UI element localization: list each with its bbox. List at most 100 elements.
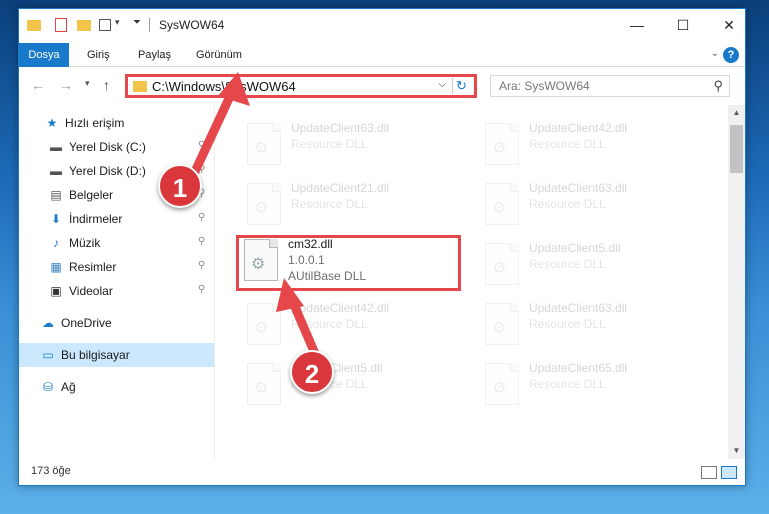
- sidebar-item-icon: ▤: [50, 188, 62, 202]
- ribbon-tabs: Dosya Giriş Paylaş Görünüm ⌄ ?: [19, 43, 745, 67]
- folder-icon: [27, 20, 41, 31]
- dll-file-icon: [247, 303, 281, 345]
- recent-locations-icon[interactable]: ▾: [85, 78, 90, 89]
- sidebar-item-label: İndirmeler: [69, 212, 123, 226]
- sidebar-item-label: Belgeler: [69, 188, 114, 202]
- close-button[interactable]: ✕: [719, 15, 739, 35]
- file-detail: Resource DLL: [291, 137, 368, 151]
- sidebar-item[interactable]: ♪ Müzik ⚲: [19, 231, 214, 255]
- help-icon[interactable]: ?: [723, 47, 739, 63]
- maximize-button[interactable]: ☐: [673, 15, 693, 35]
- pin-icon[interactable]: ⚲: [198, 164, 205, 175]
- status-bar: 173 öğe: [19, 461, 745, 485]
- file-name: UpdateClient63.dll: [291, 121, 390, 135]
- file-name: UpdateClient63.dll: [529, 301, 628, 315]
- sidebar-item[interactable]: ★ Hızlı erişim: [19, 111, 214, 135]
- sidebar-item[interactable]: ▣ Videolar ⚲: [19, 279, 214, 303]
- tiles-view-icon[interactable]: [721, 466, 737, 479]
- pin-icon[interactable]: ⚲: [198, 236, 205, 247]
- sidebar-item-icon: ★: [46, 116, 58, 130]
- scroll-thumb[interactable]: [730, 125, 743, 173]
- vertical-scrollbar[interactable]: ▲ ▼: [728, 105, 745, 459]
- dll-file-icon: [485, 183, 519, 225]
- pin-icon[interactable]: ⚲: [198, 284, 205, 295]
- file-name: cm32.dll: [288, 237, 333, 251]
- sidebar-item-label: Yerel Disk (C:): [69, 140, 146, 154]
- file-item[interactable]: UpdateClient63.dll Resource DLL: [477, 179, 702, 235]
- tab-home[interactable]: Giriş: [87, 43, 110, 67]
- new-folder-icon[interactable]: [77, 20, 91, 31]
- file-detail: Resource DLL: [529, 377, 606, 391]
- sidebar-item[interactable]: ☁ OneDrive: [19, 311, 214, 335]
- address-bar[interactable]: C:\Windows\SysWOW64 ⌵ ↻: [125, 74, 477, 98]
- sidebar-item[interactable]: ▦ Resimler ⚲: [19, 255, 214, 279]
- sidebar-item-label: Bu bilgisayar: [61, 348, 130, 362]
- search-icon[interactable]: ⚲: [713, 78, 723, 94]
- tab-share[interactable]: Paylaş: [138, 43, 171, 67]
- item-count: 173 öğe: [31, 465, 71, 477]
- expand-ribbon-icon[interactable]: ⌄: [711, 48, 719, 59]
- file-item[interactable]: UpdateClient63.dll Resource DLL: [477, 299, 702, 355]
- file-view: UpdateClient63.dllResource DLLUpdateClie…: [215, 105, 728, 459]
- customize-toolbar-icon[interactable]: ⏷: [133, 17, 141, 33]
- file-item[interactable]: cm32.dll 1.0.0.1 AUtilBase DLL: [236, 235, 461, 291]
- file-item[interactable]: UpdateClient5.dllResource DLL: [477, 239, 702, 295]
- pin-icon[interactable]: ⚲: [198, 260, 205, 271]
- file-detail: 1.0.0.1: [288, 253, 325, 267]
- sidebar-item-label: OneDrive: [61, 316, 112, 330]
- dll-file-icon: [247, 183, 281, 225]
- address-dropdown-icon[interactable]: ⌵: [438, 79, 446, 90]
- navigation-pane: ★ Hızlı erişim ▬ Yerel Disk (C:) ⚲ ▬ Yerel Dis…: [19, 105, 214, 459]
- folder-icon: [133, 81, 147, 92]
- up-arrow-icon[interactable]: ↑: [103, 77, 110, 93]
- sidebar-item-label: Ağ: [61, 380, 76, 394]
- file-name: UpdateClient5.dll: [529, 241, 621, 255]
- sidebar-item[interactable]: ⛁ Ağ: [19, 375, 214, 399]
- file-item[interactable]: UpdateClient21.dll Resource DLL: [239, 179, 464, 235]
- sidebar-item[interactable]: ▬ Yerel Disk (C:) ⚲: [19, 135, 214, 159]
- chevron-down-icon[interactable]: ▾: [115, 17, 120, 33]
- title-bar: ▾ ⏷ SysWOW64 — ☐ ✕: [19, 9, 745, 41]
- dll-file-icon: [485, 303, 519, 345]
- sidebar-item-icon: ⬇: [50, 212, 62, 226]
- navigation-bar: ← → ▾ ↑ C:\Windows\SysWOW64 ⌵ ↻ Ara: Sys…: [19, 71, 745, 101]
- sidebar-item-icon: ▦: [50, 260, 62, 274]
- sidebar-item-icon: ▬: [50, 140, 62, 154]
- details-view-icon[interactable]: [701, 466, 717, 479]
- file-item[interactable]: UpdateClient63.dll Resource DLL: [239, 119, 464, 175]
- rename-icon[interactable]: [99, 19, 111, 31]
- tab-view[interactable]: Görünüm: [196, 43, 242, 67]
- sidebar-item-icon: ♪: [53, 236, 59, 250]
- sidebar-item[interactable]: ▭ Bu bilgisayar: [19, 343, 214, 367]
- explorer-window: ▾ ⏷ SysWOW64 — ☐ ✕ Dosya Giriş Paylaş Gö…: [18, 8, 746, 486]
- step-1-badge: 1: [158, 164, 202, 208]
- file-detail: Resource DLL: [291, 317, 368, 331]
- pin-icon[interactable]: ⚲: [198, 140, 205, 151]
- file-name: UpdateClient42.dll: [529, 121, 628, 135]
- back-arrow-icon[interactable]: ←: [31, 77, 45, 93]
- file-item[interactable]: UpdateClient42.dll Resource DLL: [239, 299, 464, 355]
- file-name: UpdateClient21.dll: [291, 181, 390, 195]
- file-item[interactable]: UpdateClient5.dllResource DLL: [239, 359, 464, 415]
- step-2-badge: 2: [290, 350, 334, 394]
- sidebar-item-icon: ▬: [50, 164, 62, 178]
- scroll-up-icon[interactable]: ▲: [728, 105, 745, 121]
- pin-icon[interactable]: ⚲: [198, 212, 205, 223]
- dll-file-icon: [247, 363, 281, 405]
- properties-icon[interactable]: [55, 18, 67, 32]
- tab-file[interactable]: Dosya: [19, 43, 69, 67]
- minimize-button[interactable]: —: [627, 15, 647, 35]
- sidebar-item[interactable]: ⬇ İndirmeler ⚲: [19, 207, 214, 231]
- forward-arrow-icon[interactable]: →: [59, 77, 73, 93]
- file-item[interactable]: UpdateClient42.dll Resource DLL: [477, 119, 702, 175]
- file-detail: Resource DLL: [291, 197, 368, 211]
- dll-file-icon: [485, 363, 519, 405]
- search-input[interactable]: Ara: SysWOW64 ⚲: [490, 75, 730, 97]
- file-detail: Resource DLL: [529, 317, 606, 331]
- sidebar-item-label: Müzik: [69, 236, 101, 250]
- refresh-icon[interactable]: ↻: [452, 78, 470, 94]
- file-description: AUtilBase DLL: [288, 269, 367, 283]
- scroll-down-icon[interactable]: ▼: [728, 443, 745, 459]
- file-item[interactable]: UpdateClient65.dll Resource DLL: [477, 359, 702, 415]
- address-path[interactable]: C:\Windows\SysWOW64: [152, 79, 296, 94]
